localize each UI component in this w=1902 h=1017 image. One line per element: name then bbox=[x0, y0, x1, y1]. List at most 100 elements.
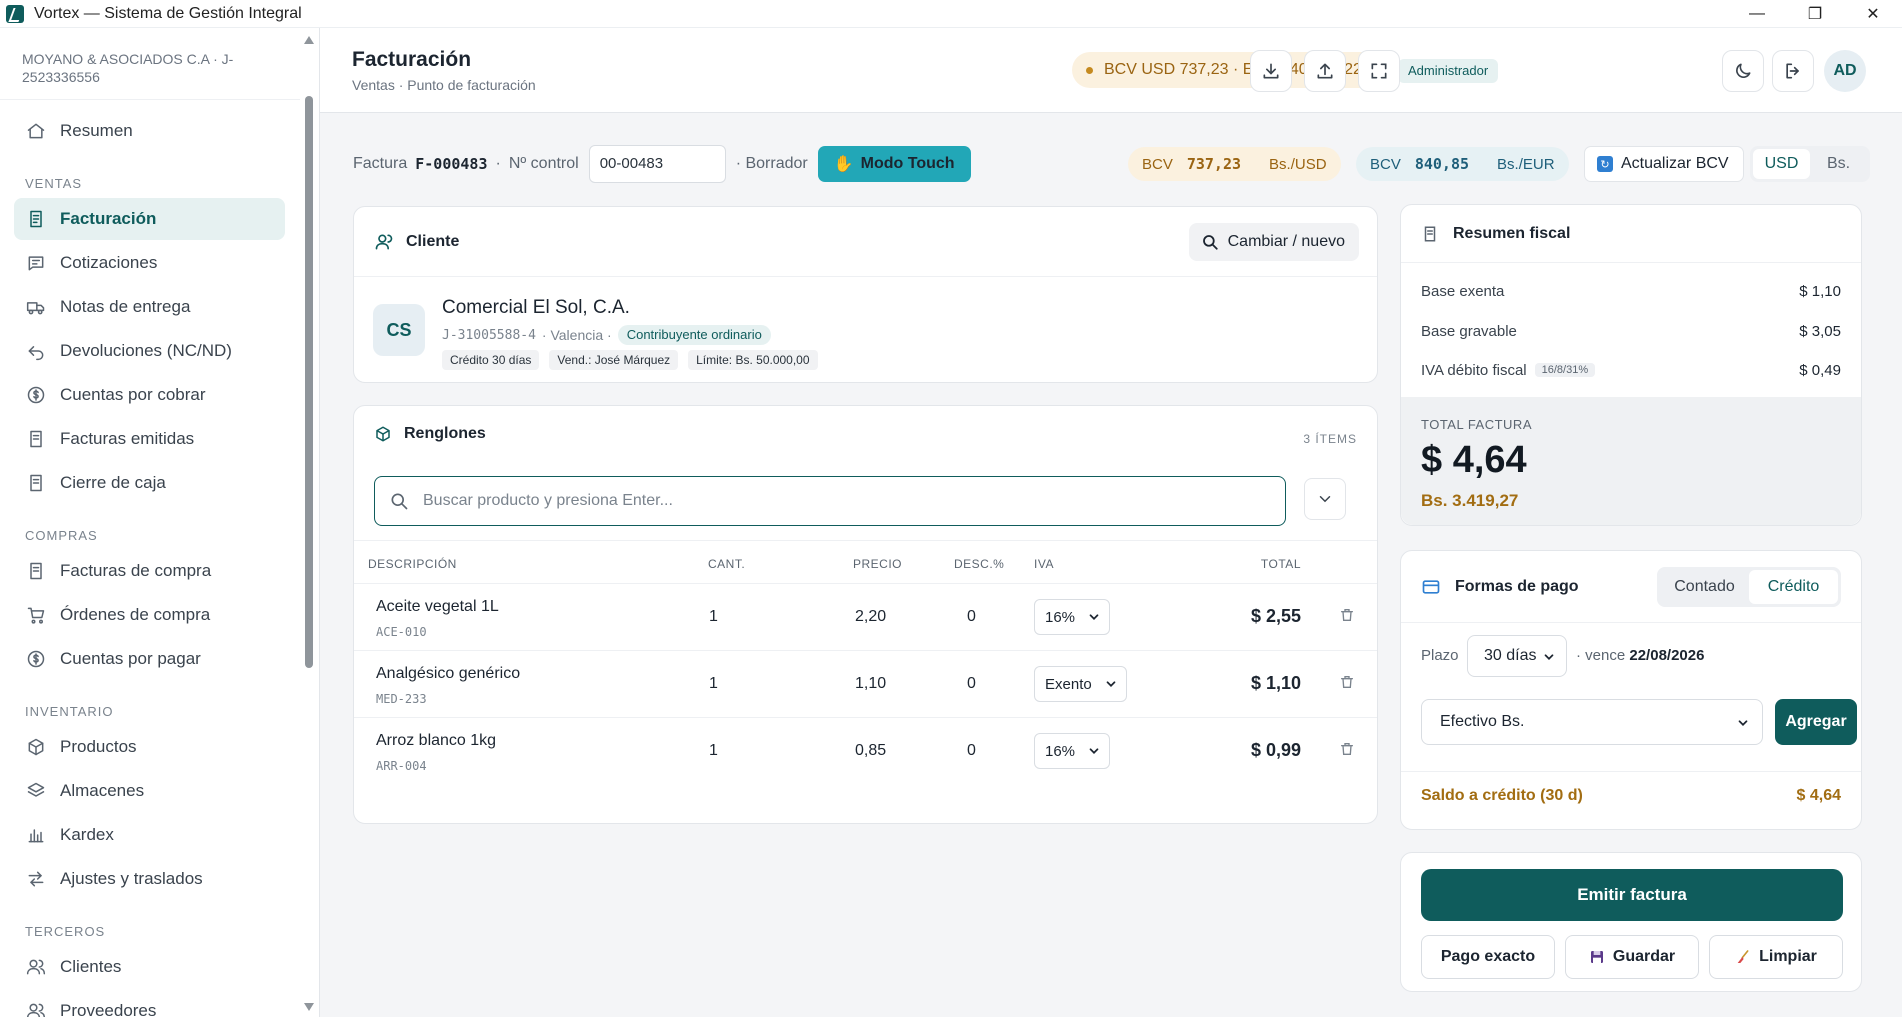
payment-method-select[interactable]: Efectivo Bs. bbox=[1421, 699, 1763, 745]
chevron-down-icon bbox=[1089, 614, 1099, 620]
product-search-input[interactable] bbox=[423, 492, 1273, 510]
scroll-thumb[interactable] bbox=[305, 96, 313, 668]
fullscreen-button[interactable] bbox=[1358, 50, 1400, 92]
window-title: Vortex — Sistema de Gestión Integral bbox=[34, 4, 302, 22]
refresh-icon: ↻ bbox=[1597, 156, 1613, 172]
control-number-input[interactable]: 00-00483 bbox=[588, 145, 726, 183]
delete-line-button[interactable] bbox=[1339, 741, 1355, 757]
sidebar-scrollbar[interactable] bbox=[302, 28, 316, 1017]
payment-mode-credito[interactable]: Crédito bbox=[1749, 570, 1838, 604]
sidebar-item-cuentas-por-pagar[interactable]: Cuentas por pagar bbox=[14, 638, 285, 680]
scroll-up-arrow-icon[interactable] bbox=[304, 36, 314, 44]
sidebar-item-resumen[interactable]: Resumen bbox=[14, 110, 285, 152]
price-cell[interactable]: 2,20 bbox=[855, 608, 886, 626]
quantity-cell[interactable]: 1 bbox=[709, 675, 718, 693]
lines-card: Renglones 3 ÍTEMS DESCRIPCIÓN CANT. PREC… bbox=[353, 405, 1378, 824]
iva-select[interactable]: 16% bbox=[1034, 599, 1111, 635]
sidebar-item-órdenes-de-compra[interactable]: Órdenes de compra bbox=[14, 594, 285, 636]
sidebar-item-cuentas-por-cobrar[interactable]: Cuentas por cobrar bbox=[14, 374, 285, 416]
sidebar-item-label: Facturas emitidas bbox=[60, 429, 195, 448]
control-label: Nº control bbox=[508, 155, 579, 172]
document-icon bbox=[26, 473, 46, 493]
col-total: TOTAL bbox=[1260, 557, 1301, 571]
expand-search-button[interactable] bbox=[1304, 478, 1346, 520]
discount-cell[interactable]: 0 bbox=[967, 608, 976, 626]
plazo-select[interactable]: 30 días bbox=[1467, 635, 1567, 677]
col-quantity: CANT. bbox=[708, 557, 746, 571]
sidebar-item-cotizaciones[interactable]: Cotizaciones bbox=[14, 242, 285, 284]
table-row: Analgésico genérico MED-233 1 1,10 0 Exento $ … bbox=[354, 651, 1377, 718]
sidebar-item-facturas-de-compra[interactable]: Facturas de compra bbox=[14, 550, 285, 592]
moon-icon bbox=[1736, 63, 1751, 78]
sidebar-item-devoluciones-nc-nd[interactable]: Devoluciones (NC/ND) bbox=[14, 330, 285, 372]
upload-button[interactable] bbox=[1304, 50, 1346, 92]
col-price: PRECIO bbox=[853, 557, 903, 571]
floppy-disk-icon bbox=[1590, 951, 1603, 963]
sidebar-item-kardex[interactable]: Kardex bbox=[14, 814, 285, 856]
price-cell[interactable]: 1,10 bbox=[855, 675, 886, 693]
user-avatar[interactable]: AD bbox=[1824, 50, 1866, 92]
discount-cell[interactable]: 0 bbox=[967, 742, 976, 760]
sidebar: MOYANO & ASOCIADOS C.A · J-2523336556 Re… bbox=[0, 28, 320, 1017]
iva-select-value: 16% bbox=[1045, 742, 1076, 760]
cart-icon bbox=[26, 605, 46, 625]
iva-label-group: IVA débito fiscal 16/8/31% bbox=[1421, 362, 1596, 379]
iva-select[interactable]: 16% bbox=[1034, 733, 1111, 769]
touch-mode-button[interactable]: ✋ Modo Touch bbox=[817, 146, 971, 182]
clear-button[interactable]: Limpiar bbox=[1709, 935, 1843, 979]
iva-select-value: 16% bbox=[1045, 608, 1076, 626]
maximize-button[interactable]: ❐ bbox=[1786, 0, 1844, 28]
payment-mode-contado[interactable]: Contado bbox=[1660, 570, 1749, 604]
eur-rate-chip: BCV 840,85 Bs./EUR bbox=[1356, 147, 1569, 181]
currency-option-usd[interactable]: USD bbox=[1753, 149, 1810, 179]
logout-button[interactable] bbox=[1772, 50, 1814, 92]
scroll-down-arrow-icon[interactable] bbox=[304, 1003, 314, 1011]
iva-select[interactable]: Exento bbox=[1034, 666, 1127, 702]
lines-card-title: Renglones bbox=[404, 424, 486, 442]
product-name: Arroz blanco 1kg bbox=[376, 732, 497, 749]
chevron-down-icon bbox=[1106, 681, 1116, 687]
separator: · bbox=[495, 155, 501, 172]
usd-rate-unit: Bs./USD bbox=[1269, 155, 1327, 173]
sidebar-item-almacenes[interactable]: Almacenes bbox=[14, 770, 285, 812]
sidebar-item-label: Facturación bbox=[60, 209, 157, 228]
sidebar-item-ajustes-y-traslados[interactable]: Ajustes y traslados bbox=[14, 858, 285, 900]
transfer-icon bbox=[26, 869, 46, 889]
download-button[interactable] bbox=[1250, 50, 1292, 92]
sidebar-item-label: Facturas de compra bbox=[60, 561, 212, 580]
change-client-button[interactable]: Cambiar / nuevo bbox=[1188, 223, 1359, 261]
sidebar-item-label: Proveedores bbox=[60, 1001, 157, 1017]
sidebar-item-clientes[interactable]: Clientes bbox=[14, 946, 285, 988]
broom-icon bbox=[1737, 950, 1749, 963]
add-payment-button[interactable]: Agregar bbox=[1775, 699, 1857, 745]
search-icon bbox=[391, 493, 408, 510]
eur-rate-unit: Bs./EUR bbox=[1497, 155, 1555, 173]
dark-mode-button[interactable] bbox=[1722, 50, 1764, 92]
sidebar-item-productos[interactable]: Productos bbox=[14, 726, 285, 768]
currency-option-bs[interactable]: Bs. bbox=[1810, 149, 1867, 179]
price-cell[interactable]: 0,85 bbox=[855, 742, 886, 760]
product-search-box[interactable] bbox=[374, 476, 1286, 526]
sidebar-item-facturas-emitidas[interactable]: Facturas emitidas bbox=[14, 418, 285, 460]
payment-card-title: Formas de pago bbox=[1455, 577, 1579, 595]
discount-cell[interactable]: 0 bbox=[967, 675, 976, 693]
save-button[interactable]: Guardar bbox=[1565, 935, 1699, 979]
quantity-cell[interactable]: 1 bbox=[709, 608, 718, 626]
currency-toggle: USD Bs. bbox=[1750, 146, 1870, 182]
delete-line-button[interactable] bbox=[1339, 607, 1355, 623]
update-bcv-button[interactable]: ↻ Actualizar BCV bbox=[1584, 146, 1744, 182]
emit-invoice-button[interactable]: Emitir factura bbox=[1421, 869, 1843, 921]
touch-mode-label: Modo Touch bbox=[860, 155, 955, 172]
exact-payment-button[interactable]: Pago exacto bbox=[1421, 935, 1555, 979]
minimize-button[interactable]: — bbox=[1728, 0, 1786, 28]
due-date-value: 22/08/2026 bbox=[1629, 647, 1705, 664]
sidebar-item-cierre-de-caja[interactable]: Cierre de caja bbox=[14, 462, 285, 504]
delete-line-button[interactable] bbox=[1339, 674, 1355, 690]
sidebar-item-facturación[interactable]: Facturación bbox=[14, 198, 285, 240]
base-gravable-value: $ 3,05 bbox=[1799, 322, 1841, 340]
invoice-info-bar: Factura F-000483 · Nº control 00-00483 ·… bbox=[353, 145, 971, 183]
sidebar-item-notas-de-entrega[interactable]: Notas de entrega bbox=[14, 286, 285, 328]
close-button[interactable]: ✕ bbox=[1844, 0, 1902, 28]
quantity-cell[interactable]: 1 bbox=[709, 742, 718, 760]
sidebar-item-proveedores[interactable]: Proveedores bbox=[14, 990, 285, 1017]
